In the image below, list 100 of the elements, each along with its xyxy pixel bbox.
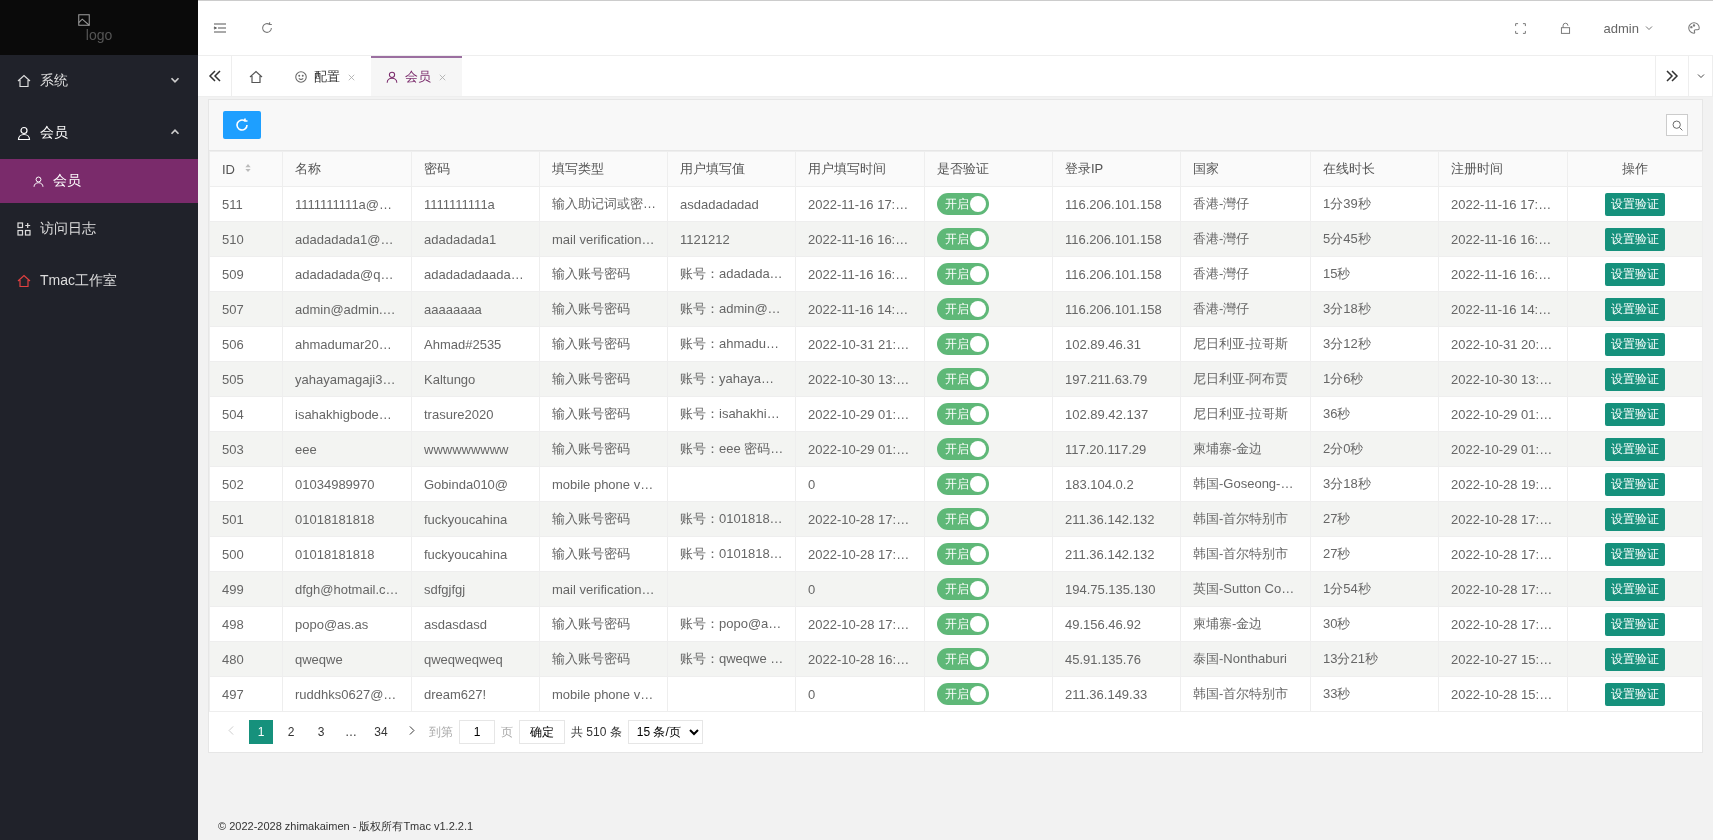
verify-toggle[interactable]: 开启	[937, 648, 989, 670]
verify-toggle[interactable]: 开启	[937, 683, 989, 705]
table-cell: 183.104.0.2	[1065, 476, 1134, 492]
table-cell: 账号：0101818…	[680, 511, 783, 526]
table-cell: aaaaaaaa	[424, 301, 482, 317]
table-cell: 194.75.135.130	[1065, 581, 1156, 597]
table-cell: eee	[295, 441, 317, 457]
set-verify-button[interactable]: 设置验证	[1605, 227, 1665, 251]
sidebar-item[interactable]: 访问日志	[0, 203, 198, 255]
column-header: 操作	[1622, 160, 1648, 178]
column-header: 在线时长	[1323, 160, 1375, 178]
table-cell: 102.89.42.137	[1065, 406, 1149, 422]
table-cell: sdfgjfgj	[424, 581, 466, 597]
set-verify-button[interactable]: 设置验证	[1605, 402, 1665, 426]
table-cell: 账号：adadada…	[680, 266, 783, 281]
table-cell: adadadada@q…	[295, 266, 394, 282]
table-cell: 2022-10-28 15:…	[1451, 686, 1553, 702]
table-cell: 香港-灣仔	[1193, 266, 1250, 281]
table-cell: 2022-10-28 19:…	[1451, 476, 1553, 492]
table-cell: 1111111111a@…	[295, 196, 393, 212]
set-verify-button[interactable]: 设置验证	[1605, 507, 1665, 531]
table-cell: 2022-10-28 17:…	[808, 511, 910, 527]
table-cell: 505	[222, 371, 244, 387]
table-cell: ahmadumar20…	[295, 336, 392, 352]
table-cell: 30秒	[1323, 616, 1351, 631]
refresh-button[interactable]	[260, 21, 274, 35]
verify-toggle[interactable]: 开启	[937, 333, 989, 355]
sidebar-item[interactable]: 会员	[0, 107, 198, 159]
table-cell: 211.36.142.132	[1065, 546, 1155, 562]
verify-toggle[interactable]: 开启	[937, 613, 989, 635]
table-cell: 3分18秒	[1323, 476, 1371, 491]
set-verify-button[interactable]: 设置验证	[1605, 332, 1665, 356]
set-verify-button[interactable]: 设置验证	[1605, 647, 1665, 671]
page-size-select[interactable]: 15 条/页	[627, 720, 703, 744]
set-verify-button[interactable]: 设置验证	[1605, 542, 1665, 566]
table-cell: 480	[222, 651, 244, 667]
page-button[interactable]: 1	[249, 720, 273, 744]
table-cell: adadadada1	[424, 231, 497, 247]
menu-toggle-button[interactable]	[212, 20, 228, 36]
verify-toggle[interactable]: 开启	[937, 473, 989, 495]
table-cell: trasure2020	[424, 406, 494, 422]
sidebar-subitem[interactable]: 会员	[0, 159, 198, 203]
lock-button[interactable]	[1558, 21, 1572, 35]
scroll-right-button[interactable]	[1655, 56, 1689, 96]
table-cell: 0	[808, 476, 816, 492]
page-button[interactable]: 34	[369, 720, 393, 744]
tab[interactable]: 会员	[371, 56, 462, 96]
set-verify-button[interactable]: 设置验证	[1605, 437, 1665, 461]
set-verify-button[interactable]: 设置验证	[1605, 682, 1665, 706]
table-cell: 3分12秒	[1323, 336, 1371, 351]
theme-button[interactable]	[1687, 21, 1701, 35]
page-unit-label: 页	[501, 723, 513, 741]
verify-toggle[interactable]: 开启	[937, 578, 989, 600]
page-button[interactable]: 2	[279, 720, 303, 744]
table-cell: 01034989970	[295, 476, 375, 492]
page-button[interactable]: …	[339, 720, 363, 744]
table-cell: 柬埔寨-金边	[1193, 441, 1263, 456]
table-cell: 输入账号密码	[552, 616, 630, 631]
sidebar-item[interactable]: 系统	[0, 55, 198, 107]
verify-toggle[interactable]: 开启	[937, 263, 989, 285]
user-menu[interactable]: admin	[1603, 20, 1655, 36]
table-cell: 27秒	[1323, 511, 1351, 526]
table-cell: 197.211.63.79	[1065, 371, 1148, 387]
table-cell: 账号：popo@a…	[680, 616, 782, 631]
page-input[interactable]: 1	[459, 720, 495, 744]
confirm-button[interactable]: 确定	[519, 720, 565, 744]
verify-toggle[interactable]: 开启	[937, 403, 989, 425]
table-cell: 117.20.117.29	[1065, 441, 1147, 457]
home-icon	[248, 69, 264, 85]
set-verify-button[interactable]: 设置验证	[1605, 262, 1665, 286]
home-icon	[16, 73, 32, 89]
table-cell: dream627!	[424, 686, 487, 702]
verify-toggle[interactable]: 开启	[937, 508, 989, 530]
verify-toggle[interactable]: 开启	[937, 543, 989, 565]
sidebar-item[interactable]: Tmac工作室	[0, 255, 198, 307]
verify-toggle[interactable]: 开启	[937, 368, 989, 390]
table-cell: 韩国-首尔特别市	[1193, 511, 1289, 526]
table-cell: 2022-10-27 15:…	[1451, 651, 1553, 667]
set-verify-button[interactable]: 设置验证	[1605, 297, 1665, 321]
table-cell: fuckyoucahina	[424, 511, 508, 527]
refresh-button[interactable]	[223, 111, 261, 139]
verify-toggle[interactable]: 开启	[937, 298, 989, 320]
set-verify-button[interactable]: 设置验证	[1605, 192, 1665, 216]
table-cell: 账号：0101818…	[680, 546, 783, 561]
set-verify-button[interactable]: 设置验证	[1605, 612, 1665, 636]
table-cell: 2022-10-28 17:…	[808, 546, 910, 562]
column-header: 用户填写时间	[808, 160, 886, 178]
table-cell: 2022-10-29 01:…	[1451, 406, 1553, 422]
fullscreen-button[interactable]	[1513, 21, 1527, 35]
table-cell: 2022-10-29 01:…	[808, 441, 910, 457]
verify-toggle[interactable]: 开启	[937, 228, 989, 250]
set-verify-button[interactable]: 设置验证	[1605, 367, 1665, 391]
set-verify-button[interactable]: 设置验证	[1605, 577, 1665, 601]
search-button[interactable]	[1666, 114, 1688, 136]
set-verify-button[interactable]: 设置验证	[1605, 472, 1665, 496]
page-button[interactable]: 3	[309, 720, 333, 744]
table-cell: Gobinda010@	[424, 476, 509, 492]
verify-toggle[interactable]: 开启	[937, 193, 989, 215]
verify-toggle[interactable]: 开启	[937, 438, 989, 460]
table-cell: mobile phone v…	[552, 476, 654, 492]
